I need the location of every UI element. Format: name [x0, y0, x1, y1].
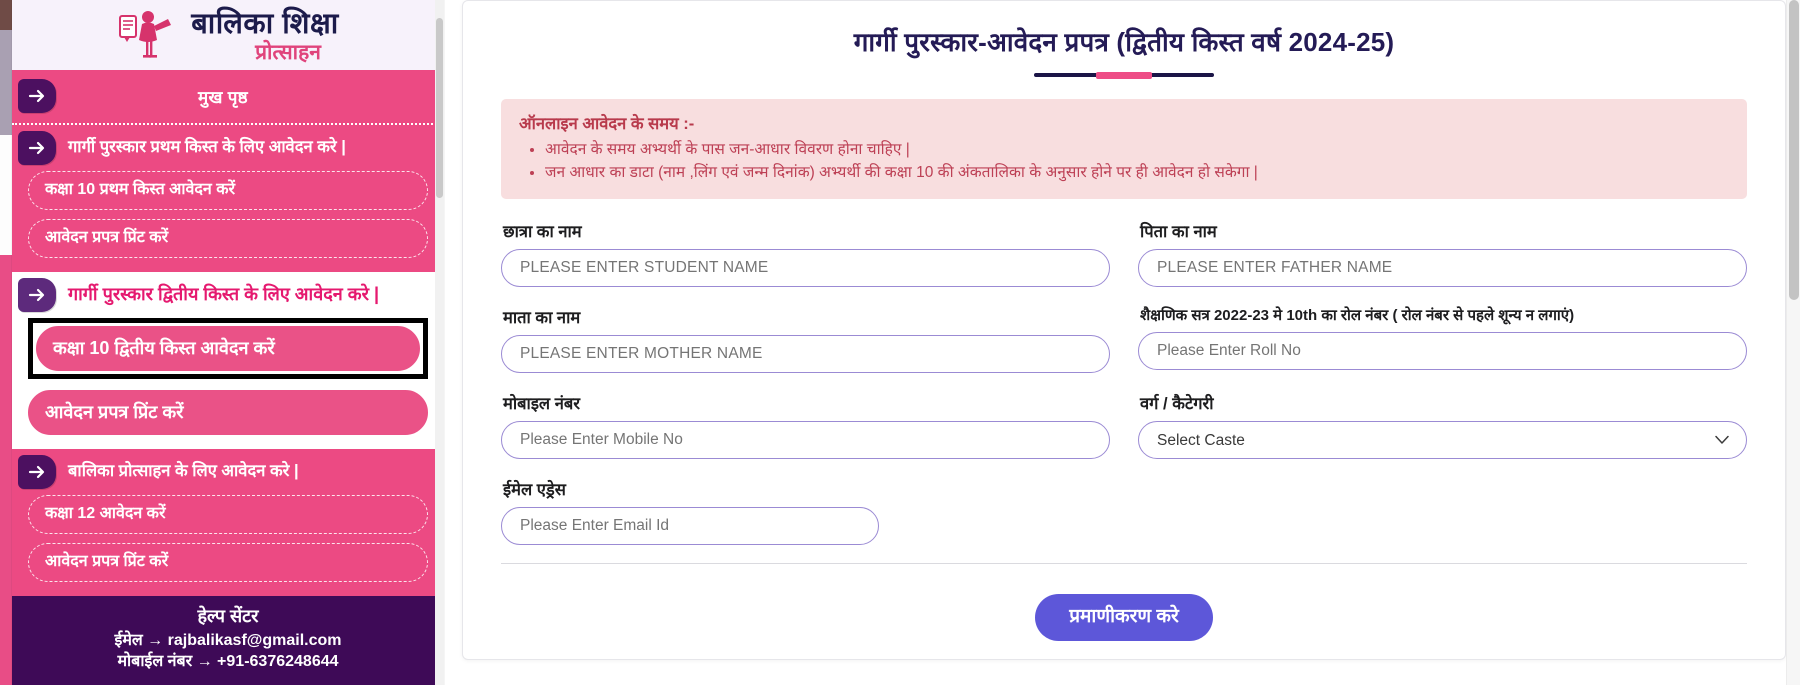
- student-name-input[interactable]: [501, 248, 1110, 287]
- sidebar-item-print-application-first[interactable]: आवेदन प्रपत्र प्रिंट करें: [28, 218, 428, 258]
- page-scrollbar[interactable]: [1786, 0, 1800, 685]
- active-item-focus-ring: कक्षा 10 द्वितीय किस्त आवेदन करें: [28, 317, 428, 379]
- roll-number-label: शैक्षणिक सत्र 2022-23 मे 10th का रोल नंब…: [1140, 306, 1575, 324]
- brand-header: बालिका शिक्षा प्रोत्साहन: [12, 0, 444, 70]
- application-form-card: गार्गी पुरस्कार-आवेदन प्रपत्र (द्वितीय क…: [462, 0, 1786, 660]
- field-mobile-number: मोबाइल नंबर: [501, 387, 1110, 469]
- arrow-right-icon: [18, 454, 56, 489]
- field-mother-name: माता का नाम: [501, 301, 1110, 383]
- mobile-number-label: मोबाइल नंबर: [503, 394, 581, 413]
- notice-title: ऑनलाइन आवेदन के समय :-: [519, 115, 695, 133]
- field-caste-category: वर्ग / कैटेगरी Select Caste: [1138, 387, 1747, 469]
- sidebar-scrollbar[interactable]: [435, 0, 444, 685]
- sidebar: बालिका शिक्षा प्रोत्साहन मुख पृष्ठ गार्ग…: [12, 0, 444, 685]
- sidebar-group-heading: बालिका प्रोत्साहन के लिए आवेदन करे |: [12, 449, 444, 495]
- form-fields-grid: छात्रा का नाम पिता का नाम माता का नाम शै…: [501, 215, 1747, 555]
- father-name-input[interactable]: [1138, 248, 1747, 287]
- brand-text: बालिका शिक्षा प्रोत्साहन: [191, 8, 339, 65]
- sidebar-item-home[interactable]: मुख पृष्ठ: [12, 70, 444, 123]
- sidebar-group-balika-protsahan: बालिका प्रोत्साहन के लिए आवेदन करे | कक्…: [12, 448, 444, 596]
- application-page: बालिका शिक्षा प्रोत्साहन मुख पृष्ठ गार्ग…: [0, 0, 1800, 685]
- field-student-name: छात्रा का नाम: [501, 215, 1110, 297]
- help-center-title: हेल्प सेंटर: [197, 605, 259, 626]
- sidebar-item-print-application-second[interactable]: आवेदन प्रपत्र प्रिंट करें: [28, 389, 428, 435]
- page-scrollbar-thumb[interactable]: [1789, 0, 1799, 300]
- field-roll-number: शैक्षणिक सत्र 2022-23 मे 10th का रोल नंब…: [1138, 301, 1747, 383]
- sidebar-item-class10-second-installment-apply[interactable]: कक्षा 10 द्वितीय किस्त आवेदन करें: [36, 325, 420, 371]
- sidebar-item-print-application-class12[interactable]: आवेदन प्रपत्र प्रिंट करें: [28, 542, 428, 582]
- sidebar-group-heading-label: गार्गी पुरस्कार द्वितीय किस्त के लिए आवे…: [68, 284, 379, 305]
- verify-submit-button[interactable]: प्रमाणीकरण करे: [1035, 593, 1213, 641]
- arrow-right-icon: [18, 130, 56, 165]
- sidebar-group-heading-label: बालिका प्रोत्साहन के लिए आवेदन करे |: [68, 461, 299, 480]
- mother-name-input[interactable]: [501, 334, 1110, 373]
- sidebar-group-heading: गार्गी पुरस्कार द्वितीय किस्त के लिए आवे…: [12, 272, 444, 318]
- roll-number-input[interactable]: [1138, 331, 1747, 370]
- girl-with-certificate-logo: [117, 6, 181, 68]
- caste-category-label: वर्ग / कैटेगरी: [1140, 394, 1214, 413]
- instructions-notice: ऑनलाइन आवेदन के समय :- आवेदन के समय अभ्य…: [501, 99, 1747, 199]
- caste-select-wrapper: Select Caste: [1138, 420, 1747, 459]
- accent-segment-4: [0, 255, 12, 685]
- form-divider: [501, 562, 1747, 564]
- sidebar-group-heading-label: गार्गी पुरस्कार प्रथम किस्त के लिए आवेदन…: [68, 137, 346, 156]
- accent-segment-3: [0, 135, 12, 255]
- email-address-label: ईमेल एड्रेस: [503, 480, 566, 499]
- page-left-accent-strip: [0, 0, 12, 685]
- notice-bullet: जन आधार का डाटा (नाम ,लिंग एवं जन्म दिना…: [545, 161, 1729, 184]
- sidebar-home-block: मुख पृष्ठ: [12, 69, 444, 125]
- notice-bullet-list: आवेदन के समय अभ्यर्थी के पास जन-आधार विव…: [519, 138, 1729, 185]
- father-name-label: पिता का नाम: [1140, 222, 1217, 241]
- brand-title-line1: बालिका शिक्षा: [191, 8, 339, 41]
- accent-segment-2: [0, 30, 12, 135]
- brand-title-line2: प्रोत्साहन: [255, 41, 321, 65]
- sidebar-group-items: कक्षा 10 प्रथम किस्त आवेदन करें आवेदन प्…: [12, 170, 444, 272]
- mother-name-label: माता का नाम: [503, 308, 581, 327]
- sidebar-group-heading: गार्गी पुरस्कार प्रथम किस्त के लिए आवेदन…: [12, 125, 444, 171]
- sidebar-item-class10-first-installment-apply[interactable]: कक्षा 10 प्रथम किस्त आवेदन करें: [28, 170, 428, 210]
- student-name-label: छात्रा का नाम: [503, 222, 582, 241]
- arrow-right-icon: [18, 277, 56, 312]
- arrow-right-icon: [18, 79, 56, 114]
- sidebar-group-gargi-first-installment: गार्गी पुरस्कार प्रथम किस्त के लिए आवेदन…: [12, 124, 444, 272]
- sidebar-item-class12-apply[interactable]: कक्षा 12 आवेदन करें: [28, 494, 428, 534]
- sidebar-group-items: कक्षा 10 द्वितीय किस्त आवेदन करें आवेदन …: [12, 317, 444, 449]
- sidebar-scrollbar-thumb[interactable]: [436, 18, 443, 198]
- help-center: हेल्प सेंटर ईमेल → rajbalikasf@gmail.com…: [12, 595, 444, 685]
- help-center-mobile[interactable]: मोबाईल नंबर → +91-6376248644: [18, 651, 438, 673]
- caste-select[interactable]: Select Caste: [1138, 420, 1747, 459]
- main-content: गार्गी पुरस्कार-आवेदन प्रपत्र (द्वितीय क…: [444, 0, 1800, 685]
- submit-row: प्रमाणीकरण करे: [489, 593, 1759, 641]
- mobile-number-input[interactable]: [501, 420, 1110, 459]
- title-underline-decoration: [1034, 73, 1214, 77]
- field-email-address: ईमेल एड्रेस: [501, 473, 1110, 555]
- notice-bullet: आवेदन के समय अभ्यर्थी के पास जन-आधार विव…: [545, 138, 1729, 161]
- email-address-input[interactable]: [501, 506, 879, 545]
- sidebar-group-items: कक्षा 12 आवेदन करें आवेदन प्रपत्र प्रिंट…: [12, 494, 444, 596]
- sidebar-home-label: मुख पृष्ठ: [198, 87, 248, 107]
- field-spacer: [1138, 473, 1747, 555]
- field-father-name: पिता का नाम: [1138, 215, 1747, 297]
- accent-segment-1: [0, 0, 12, 30]
- sidebar-group-gargi-second-installment: गार्गी पुरस्कार द्वितीय किस्त के लिए आवे…: [12, 271, 444, 449]
- help-center-email[interactable]: ईमेल → rajbalikasf@gmail.com: [18, 630, 438, 652]
- page-title: गार्गी पुरस्कार-आवेदन प्रपत्र (द्वितीय क…: [853, 27, 1395, 57]
